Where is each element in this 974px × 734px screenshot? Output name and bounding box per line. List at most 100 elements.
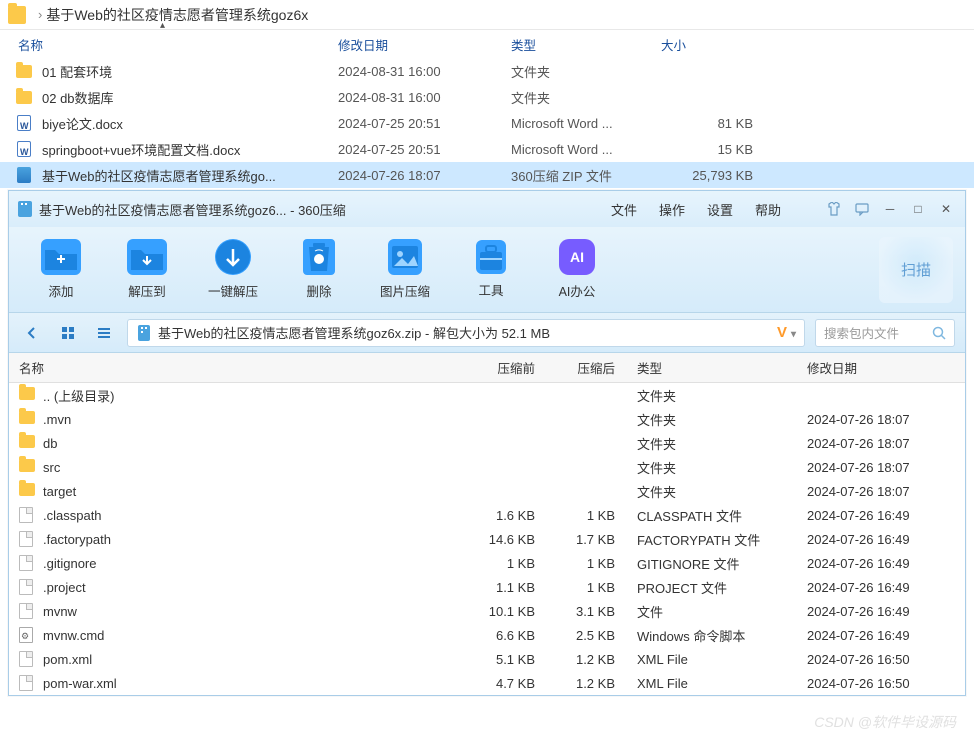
zip-row[interactable]: src文件夹2024-07-26 18:07 (9, 455, 965, 479)
image-icon (388, 239, 422, 275)
entry-type: CLASSPATH 文件 (627, 506, 797, 525)
zcol-type[interactable]: 类型 (627, 358, 797, 377)
tool-oneclick[interactable]: 一键解压 (193, 239, 273, 300)
zip-row[interactable]: db文件夹2024-07-26 18:07 (9, 431, 965, 455)
col-size[interactable]: 大小 (661, 35, 781, 54)
zip-row[interactable]: .factorypath14.6 KB1.7 KBFACTORYPATH 文件2… (9, 527, 965, 551)
zip-pathbar: 基于Web的社区疫情志愿者管理系统goz6x.zip - 解包大小为 52.1 … (9, 313, 965, 353)
file-size: 25,793 KB (661, 168, 761, 183)
menu-file[interactable]: 文件 (611, 200, 637, 219)
tool-add[interactable]: 添加 (21, 239, 101, 300)
explorer-row[interactable]: 基于Web的社区疫情志愿者管理系统go...2024-07-26 18:0736… (0, 162, 974, 188)
entry-size-pre: 1 KB (463, 556, 547, 571)
zip-row[interactable]: .mvn文件夹2024-07-26 18:07 (9, 407, 965, 431)
zcol-name[interactable]: 名称 (9, 358, 463, 377)
file-name: 01 配套环境 (42, 62, 338, 81)
entry-size-post: 1.7 KB (547, 532, 627, 547)
shirt-icon[interactable] (823, 200, 845, 218)
explorer-row[interactable]: biye论文.docx2024-07-25 20:51Microsoft Wor… (0, 110, 974, 136)
zip-row[interactable]: pom.xml5.1 KB1.2 KBXML File2024-07-26 16… (9, 647, 965, 671)
entry-type: GITIGNORE 文件 (627, 554, 797, 573)
entry-type: 文件 (627, 602, 797, 621)
minimize-button[interactable]: ─ (879, 200, 901, 218)
zcol-post[interactable]: 压缩后 (547, 358, 627, 377)
file-icon (19, 579, 35, 595)
entry-date: 2024-07-26 18:07 (797, 460, 947, 475)
entry-name: .classpath (43, 508, 463, 523)
entry-date: 2024-07-26 18:07 (797, 484, 947, 499)
nav-back-button[interactable] (19, 320, 45, 346)
zcol-pre[interactable]: 压缩前 (463, 358, 547, 377)
entry-date: 2024-07-26 16:50 (797, 652, 947, 667)
col-date[interactable]: 修改日期 (338, 35, 511, 54)
zip-path-text: 基于Web的社区疫情志愿者管理系统goz6x.zip - 解包大小为 52.1 … (158, 323, 550, 342)
folder-icon (16, 63, 32, 79)
zip-row[interactable]: .project1.1 KB1 KBPROJECT 文件2024-07-26 1… (9, 575, 965, 599)
file-size: 81 KB (661, 116, 761, 131)
entry-size-post: 1.2 KB (547, 652, 627, 667)
menu-help[interactable]: 帮助 (755, 200, 781, 219)
explorer-row[interactable]: 01 配套环境2024-08-31 16:00文件夹 (0, 58, 974, 84)
entry-name: mvnw (43, 604, 463, 619)
entry-size-pre: 1.1 KB (463, 580, 547, 595)
zip-row[interactable]: pom-war.xml4.7 KB1.2 KBXML File2024-07-2… (9, 671, 965, 695)
menu-operate[interactable]: 操作 (659, 200, 685, 219)
file-date: 2024-08-31 16:00 (338, 64, 511, 79)
close-button[interactable]: ✕ (935, 200, 957, 218)
folder-icon (19, 435, 35, 451)
entry-name: pom-war.xml (43, 676, 463, 691)
explorer-row[interactable]: springboot+vue环境配置文档.docx2024-07-25 20:5… (0, 136, 974, 162)
zip-row[interactable]: mvnw10.1 KB3.1 KB文件2024-07-26 16:49 (9, 599, 965, 623)
ai-icon: AI (559, 239, 595, 275)
entry-name: .project (43, 580, 463, 595)
nav-view-list-button[interactable] (91, 320, 117, 346)
zip-row[interactable]: target文件夹2024-07-26 18:07 (9, 479, 965, 503)
explorer-breadcrumb[interactable]: › 基于Web的社区疫情志愿者管理系统goz6x (0, 0, 974, 30)
file-type: 文件夹 (511, 88, 661, 107)
explorer-row[interactable]: 02 db数据库2024-08-31 16:00文件夹 (0, 84, 974, 110)
folder-icon (19, 459, 35, 475)
cmd-icon (19, 627, 35, 643)
zip-file-icon (136, 325, 152, 341)
menu-settings[interactable]: 设置 (707, 200, 733, 219)
file-icon (19, 555, 35, 571)
tool-delete[interactable]: 删除 (279, 239, 359, 300)
zip-file-list: .. (上级目录)文件夹.mvn文件夹2024-07-26 18:07db文件夹… (9, 383, 965, 695)
verify-badge[interactable]: V▾ (777, 324, 796, 341)
zip-path-field[interactable]: 基于Web的社区疫情志愿者管理系统goz6x.zip - 解包大小为 52.1 … (127, 319, 805, 347)
col-name[interactable]: 名称 (0, 35, 338, 54)
tool-tools[interactable]: 工具 (451, 240, 531, 299)
doc-icon (16, 115, 32, 131)
zip-titlebar[interactable]: 基于Web的社区疫情志愿者管理系统goz6... - 360压缩 文件 操作 设… (9, 191, 965, 227)
breadcrumb-text: 基于Web的社区疫情志愿者管理系统goz6x (46, 5, 308, 25)
entry-size-post: 1 KB (547, 508, 627, 523)
file-date: 2024-07-26 18:07 (338, 168, 511, 183)
maximize-button[interactable]: □ (907, 200, 929, 218)
entry-date: 2024-07-26 16:49 (797, 604, 947, 619)
nav-view-icons-button[interactable] (55, 320, 81, 346)
tool-oneclick-label: 一键解压 (208, 281, 258, 300)
file-icon (19, 651, 35, 667)
search-icon (932, 326, 946, 340)
col-type[interactable]: 类型 (511, 35, 661, 54)
scan-badge[interactable]: 扫描 (879, 237, 953, 303)
zcol-date[interactable]: 修改日期 (797, 358, 947, 377)
entry-date: 2024-07-26 16:49 (797, 580, 947, 595)
folder-icon (19, 387, 35, 403)
zip-toolbar: 添加 解压到 一键解压 删除 图片压缩 (9, 227, 965, 313)
entry-type: FACTORYPATH 文件 (627, 530, 797, 549)
tool-extract[interactable]: 解压到 (107, 239, 187, 300)
zip-row[interactable]: .. (上级目录)文件夹 (9, 383, 965, 407)
zip-row[interactable]: .gitignore1 KB1 KBGITIGNORE 文件2024-07-26… (9, 551, 965, 575)
tool-ai[interactable]: AI AI办公 (537, 239, 617, 300)
zip-search-input[interactable]: 搜索包内文件 (815, 319, 955, 347)
zip-window: 基于Web的社区疫情志愿者管理系统goz6... - 360压缩 文件 操作 设… (8, 190, 966, 696)
watermark: CSDN @软件毕设源码 (814, 712, 956, 732)
zip-row[interactable]: .classpath1.6 KB1 KBCLASSPATH 文件2024-07-… (9, 503, 965, 527)
chevron-right-icon: › (38, 7, 42, 22)
feedback-icon[interactable] (851, 200, 873, 218)
entry-type: 文件夹 (627, 482, 797, 501)
entry-size-post: 1 KB (547, 580, 627, 595)
zip-row[interactable]: mvnw.cmd6.6 KB2.5 KBWindows 命令脚本2024-07-… (9, 623, 965, 647)
tool-pic-compress[interactable]: 图片压缩 (365, 239, 445, 300)
